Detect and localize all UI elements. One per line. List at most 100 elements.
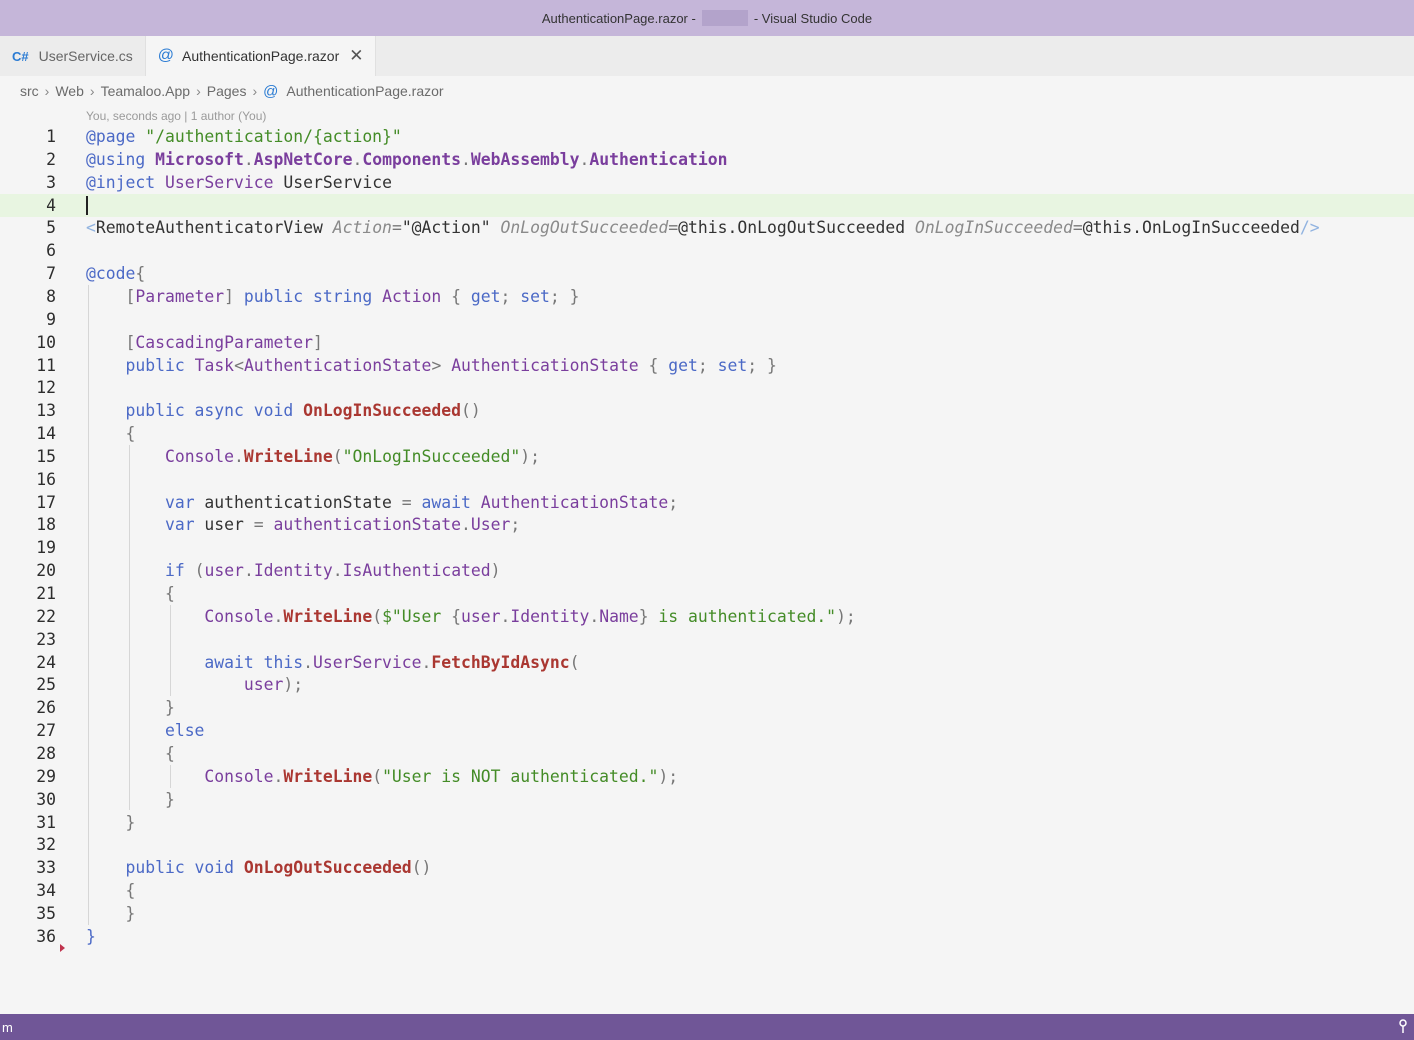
code-line[interactable]: 35 } bbox=[0, 902, 1414, 925]
code-token: ); bbox=[520, 446, 540, 466]
code-line[interactable]: 11 public Task<AuthenticationState> Auth… bbox=[0, 354, 1414, 377]
tab-userservice[interactable]: C# UserService.cs bbox=[0, 36, 146, 76]
close-icon[interactable]: ✕ bbox=[349, 46, 363, 66]
code-token: is authenticated." bbox=[648, 606, 837, 626]
code-line[interactable]: 26 } bbox=[0, 696, 1414, 719]
code-token: user bbox=[194, 515, 254, 535]
code-line[interactable]: 19 bbox=[0, 536, 1414, 559]
text-cursor bbox=[86, 195, 88, 215]
code-token: ); bbox=[658, 766, 679, 786]
code-token: AuthenticationState bbox=[480, 492, 669, 512]
code-line[interactable]: 4 bbox=[0, 193, 1414, 217]
source-control-icon[interactable] bbox=[1398, 1018, 1408, 1037]
code-token: ( bbox=[372, 606, 383, 626]
code-line[interactable]: 6 bbox=[0, 239, 1414, 262]
code-token: { bbox=[135, 264, 146, 284]
code-line[interactable]: 22 Console.WriteLine($"User {user.Identi… bbox=[0, 605, 1414, 628]
line-number: 7 bbox=[46, 264, 56, 284]
line-number: 22 bbox=[36, 606, 56, 626]
breadcrumb-item-web[interactable]: Web bbox=[55, 83, 84, 99]
code-token: Task bbox=[194, 355, 235, 375]
code-line[interactable]: 1 @page "/authentication/{action}" bbox=[0, 125, 1414, 148]
breadcrumb-item-src[interactable]: src bbox=[20, 83, 39, 99]
code-line[interactable]: 16 bbox=[0, 468, 1414, 491]
code-token: [ bbox=[125, 332, 136, 352]
line-code: Console.WriteLine("OnLogInSucceeded"); bbox=[86, 445, 540, 468]
status-bar: m bbox=[0, 1014, 1414, 1040]
code-token: Console bbox=[164, 446, 235, 466]
code-token: WriteLine bbox=[283, 606, 373, 626]
line-number: 29 bbox=[36, 766, 56, 786]
breadcrumb-item-app[interactable]: Teamaloo.App bbox=[101, 83, 191, 99]
code-token: Authentication bbox=[589, 149, 728, 169]
status-left[interactable]: m bbox=[2, 1020, 13, 1035]
code-token: ] bbox=[312, 332, 323, 352]
code-token: get bbox=[668, 355, 698, 375]
code-token: . bbox=[589, 606, 600, 626]
code-line[interactable]: 34 { bbox=[0, 879, 1414, 902]
code-line[interactable]: 31 } bbox=[0, 811, 1414, 834]
code-line[interactable]: 15 Console.WriteLine("OnLogInSucceeded")… bbox=[0, 445, 1414, 468]
breadcrumb-item-file[interactable]: AuthenticationPage.razor bbox=[286, 83, 443, 99]
code-line[interactable]: 30 } bbox=[0, 788, 1414, 811]
chevron-right-icon: › bbox=[89, 83, 95, 99]
code-token: . bbox=[332, 561, 343, 581]
code-line[interactable]: 14 { bbox=[0, 422, 1414, 445]
code-line[interactable]: 9 bbox=[0, 308, 1414, 331]
line-code: { bbox=[86, 582, 175, 605]
code-token: ; bbox=[697, 355, 718, 375]
code-token: > bbox=[431, 355, 452, 375]
code-token: UserService bbox=[273, 172, 392, 192]
code-line[interactable]: 27 else bbox=[0, 719, 1414, 742]
code-line[interactable]: 2 @using Microsoft.AspNetCore.Components.… bbox=[0, 148, 1414, 171]
code-line[interactable]: 8 [Parameter] public string Action { get… bbox=[0, 285, 1414, 308]
code-token: . bbox=[421, 652, 432, 672]
line-code: @inject UserService UserService bbox=[86, 171, 392, 194]
code-line[interactable]: 18 var user = authenticationState.User; bbox=[0, 513, 1414, 536]
code-token: OnLogOutSucceeded bbox=[500, 218, 669, 238]
code-token: ( bbox=[332, 446, 343, 466]
code-line[interactable]: 32 bbox=[0, 833, 1414, 856]
code-token: } bbox=[125, 903, 136, 923]
indent-guide bbox=[88, 284, 89, 925]
line-code: Console.WriteLine("User is NOT authentic… bbox=[86, 765, 678, 788]
window-title-prefix: AuthenticationPage.razor - bbox=[541, 10, 696, 26]
code-line[interactable]: 24 await this.UserService.FetchByIdAsync… bbox=[0, 651, 1414, 674]
code-line[interactable]: 13 public async void OnLogInSucceeded() bbox=[0, 399, 1414, 422]
codelens-blame[interactable]: You, seconds ago | 1 author (You) bbox=[86, 109, 266, 123]
code-line[interactable]: 5 <RemoteAuthenticatorView Action="@Actio… bbox=[0, 216, 1414, 239]
line-code: } bbox=[86, 902, 135, 925]
code-token: get bbox=[470, 286, 501, 306]
line-number: 19 bbox=[36, 538, 56, 558]
code-token: OnLogInSucceeded bbox=[914, 218, 1073, 238]
tab-authenticationpage[interactable]: @ AuthenticationPage.razor ✕ bbox=[145, 36, 377, 76]
code-line[interactable]: 7 @code{ bbox=[0, 262, 1414, 285]
code-line[interactable]: 23 bbox=[0, 628, 1414, 651]
code-line[interactable]: 10 [CascadingParameter] bbox=[0, 331, 1414, 354]
indent-guide bbox=[170, 604, 171, 697]
code-line[interactable]: 33 public void OnLogOutSucceeded() bbox=[0, 856, 1414, 879]
code-token: User bbox=[470, 515, 511, 535]
code-token: RemoteAuthenticatorView bbox=[95, 218, 333, 238]
line-number: 36 bbox=[36, 926, 56, 946]
code-editor[interactable]: You, seconds ago | 1 author (You) 1 @page… bbox=[0, 106, 1414, 1014]
code-line[interactable]: 12 bbox=[0, 376, 1414, 399]
breadcrumb-item-pages[interactable]: Pages bbox=[207, 83, 247, 99]
code-line[interactable]: 20 if (user.Identity.IsAuthenticated) bbox=[0, 559, 1414, 582]
code-token: OnLogOutSucceeded bbox=[243, 858, 412, 878]
code-line[interactable]: 28 { bbox=[0, 742, 1414, 765]
code-line[interactable]: 25 user); bbox=[0, 673, 1414, 696]
code-token: . bbox=[243, 561, 254, 581]
code-line[interactable]: 29 Console.WriteLine("User is NOT authen… bbox=[0, 765, 1414, 788]
line-number: 3 bbox=[46, 172, 56, 192]
code-line[interactable]: 3 @inject UserService UserService bbox=[0, 171, 1414, 194]
code-token: if bbox=[164, 561, 185, 581]
code-line[interactable]: 36} bbox=[0, 925, 1414, 948]
line-code: await this.UserService.FetchByIdAsync( bbox=[86, 651, 579, 674]
code-line[interactable]: 17 var authenticationState = await Authe… bbox=[0, 491, 1414, 514]
line-code: public async void OnLogInSucceeded() bbox=[86, 399, 480, 422]
code-line[interactable]: 21 { bbox=[0, 582, 1414, 605]
